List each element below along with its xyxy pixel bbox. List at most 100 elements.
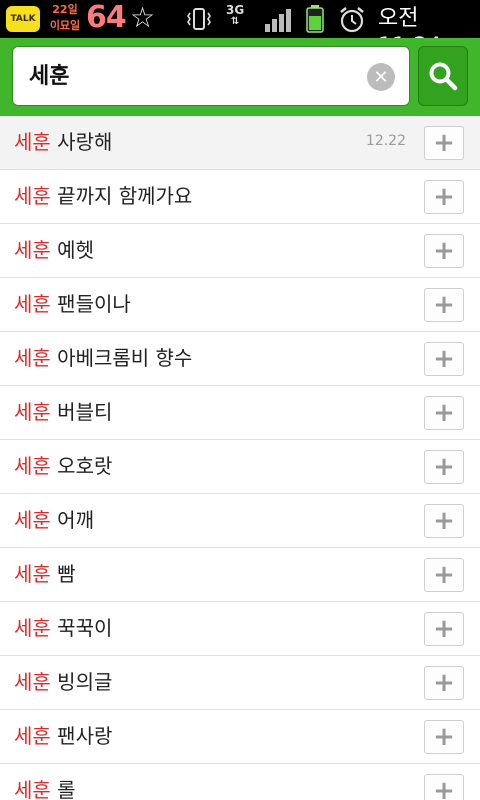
add-button[interactable]: + xyxy=(424,774,464,800)
list-item-text: 세훈 빰 xyxy=(14,548,76,601)
list-item-label: 빙의글 xyxy=(50,670,113,694)
search-header: 세훈 ✕ xyxy=(0,38,480,116)
status-bar: TALK 22일 이묘일 64 ☆ 3G ⇅ 오전 11:24 xyxy=(0,0,480,59)
add-button[interactable]: + xyxy=(424,558,464,592)
network-indicator: 3G ⇅ xyxy=(226,4,244,28)
list-item-label: 사랑해 xyxy=(50,130,113,154)
plus-icon: + xyxy=(433,290,455,320)
list-item[interactable]: 세훈 꾹꾹이 + xyxy=(0,602,480,656)
add-button[interactable]: + xyxy=(424,342,464,376)
plus-icon: + xyxy=(433,506,455,536)
list-item-label: 아베크롬비 향수 xyxy=(50,346,193,370)
clear-x-icon[interactable]: ✕ xyxy=(367,63,395,91)
results-list: 세훈 사랑해 12.22 + 세훈 끝까지 함께가요 + 세훈 예헷 + 세훈 팬들이나 + 세훈… xyxy=(0,116,480,800)
list-item-label: 롤 xyxy=(50,778,76,800)
list-item[interactable]: 세훈 끝까지 함께가요 + xyxy=(0,170,480,224)
list-item-label: 꾹꾹이 xyxy=(50,616,113,640)
list-item-text: 세훈 끝까지 함께가요 xyxy=(14,170,192,223)
vibrate-icon xyxy=(187,8,211,30)
list-item-label: 오호랏 xyxy=(50,454,113,478)
star-icon: ☆ xyxy=(130,1,156,34)
list-item-text: 세훈 팬사랑 xyxy=(14,710,112,763)
add-button[interactable]: + xyxy=(424,180,464,214)
plus-icon: + xyxy=(433,182,455,212)
add-button[interactable]: + xyxy=(424,720,464,754)
plus-icon: + xyxy=(433,668,455,698)
search-input[interactable]: 세훈 ✕ xyxy=(12,46,410,106)
list-item[interactable]: 세훈 사랑해 12.22 + xyxy=(0,116,480,170)
add-button[interactable]: + xyxy=(424,612,464,646)
plus-icon: + xyxy=(433,452,455,482)
add-button[interactable]: + xyxy=(424,450,464,484)
list-item[interactable]: 세훈 팬사랑 + xyxy=(0,710,480,764)
matched-prefix: 세훈 xyxy=(14,508,51,532)
list-item-date: 12.22 xyxy=(365,133,406,149)
list-item-text: 세훈 버블티 xyxy=(14,386,112,439)
battery-icon xyxy=(306,5,324,33)
list-item-label: 예헷 xyxy=(50,238,94,262)
search-button[interactable] xyxy=(418,46,468,106)
search-query[interactable]: 세훈 xyxy=(29,47,69,107)
plus-icon: + xyxy=(433,128,455,158)
matched-prefix: 세훈 xyxy=(14,238,51,262)
matched-prefix: 세훈 xyxy=(14,562,51,586)
matched-prefix: 세훈 xyxy=(14,616,51,640)
matched-prefix: 세훈 xyxy=(14,400,51,424)
signal-icon xyxy=(265,9,291,32)
list-item[interactable]: 세훈 버블티 + xyxy=(0,386,480,440)
network-label: 3G xyxy=(226,3,245,17)
add-button[interactable]: + xyxy=(424,396,464,430)
list-item-label: 끝까지 함께가요 xyxy=(50,184,193,208)
notification-count: 64 xyxy=(86,0,127,35)
alarm-clock-icon xyxy=(340,7,364,33)
talk-label: TALK xyxy=(10,14,36,24)
list-item-text: 세훈 빙의글 xyxy=(14,656,112,709)
add-button[interactable]: + xyxy=(424,288,464,322)
matched-prefix: 세훈 xyxy=(14,184,51,208)
plus-icon: + xyxy=(433,560,455,590)
date-line2: 이묘일 xyxy=(49,19,81,32)
plus-icon: + xyxy=(433,236,455,266)
list-item[interactable]: 세훈 롤 + xyxy=(0,764,480,800)
matched-prefix: 세훈 xyxy=(14,454,51,478)
list-item[interactable]: 세훈 오호랏 + xyxy=(0,440,480,494)
date-widget: 22일 이묘일 xyxy=(46,2,84,34)
list-item[interactable]: 세훈 팬들이나 + xyxy=(0,278,480,332)
plus-icon: + xyxy=(433,776,455,800)
list-item[interactable]: 세훈 빙의글 + xyxy=(0,656,480,710)
matched-prefix: 세훈 xyxy=(14,670,51,694)
list-item-text: 세훈 롤 xyxy=(14,764,76,800)
add-button[interactable]: + xyxy=(424,666,464,700)
add-button[interactable]: + xyxy=(424,126,464,160)
matched-prefix: 세훈 xyxy=(14,292,51,316)
list-item-label: 빰 xyxy=(50,562,76,586)
list-item-text: 세훈 어깨 xyxy=(14,494,94,547)
plus-icon: + xyxy=(433,614,455,644)
list-item-text: 세훈 팬들이나 xyxy=(14,278,131,331)
list-item[interactable]: 세훈 예헷 + xyxy=(0,224,480,278)
matched-prefix: 세훈 xyxy=(14,346,51,370)
add-button[interactable]: + xyxy=(424,234,464,268)
plus-icon: + xyxy=(433,398,455,428)
plus-icon: + xyxy=(433,344,455,374)
magnifier-icon xyxy=(429,62,458,91)
list-item-label: 어깨 xyxy=(50,508,94,532)
matched-prefix: 세훈 xyxy=(14,778,51,800)
list-item-text: 세훈 꾹꾹이 xyxy=(14,602,112,655)
list-item-label: 팬들이나 xyxy=(50,292,131,316)
list-item-text: 세훈 사랑해 xyxy=(14,116,112,169)
kakaotalk-icon: TALK xyxy=(6,6,40,32)
list-item-text: 세훈 오호랏 xyxy=(14,440,112,493)
matched-prefix: 세훈 xyxy=(14,130,51,154)
data-arrows-icon: ⇅ xyxy=(230,16,240,27)
list-item[interactable]: 세훈 빰 + xyxy=(0,548,480,602)
list-item-label: 버블티 xyxy=(50,400,113,424)
plus-icon: + xyxy=(433,722,455,752)
matched-prefix: 세훈 xyxy=(14,724,51,748)
list-item[interactable]: 세훈 아베크롬비 향수 + xyxy=(0,332,480,386)
list-item[interactable]: 세훈 어깨 + xyxy=(0,494,480,548)
list-item-text: 세훈 예헷 xyxy=(14,224,94,277)
list-item-label: 팬사랑 xyxy=(50,724,113,748)
add-button[interactable]: + xyxy=(424,504,464,538)
date-line1: 22일 xyxy=(52,3,78,16)
